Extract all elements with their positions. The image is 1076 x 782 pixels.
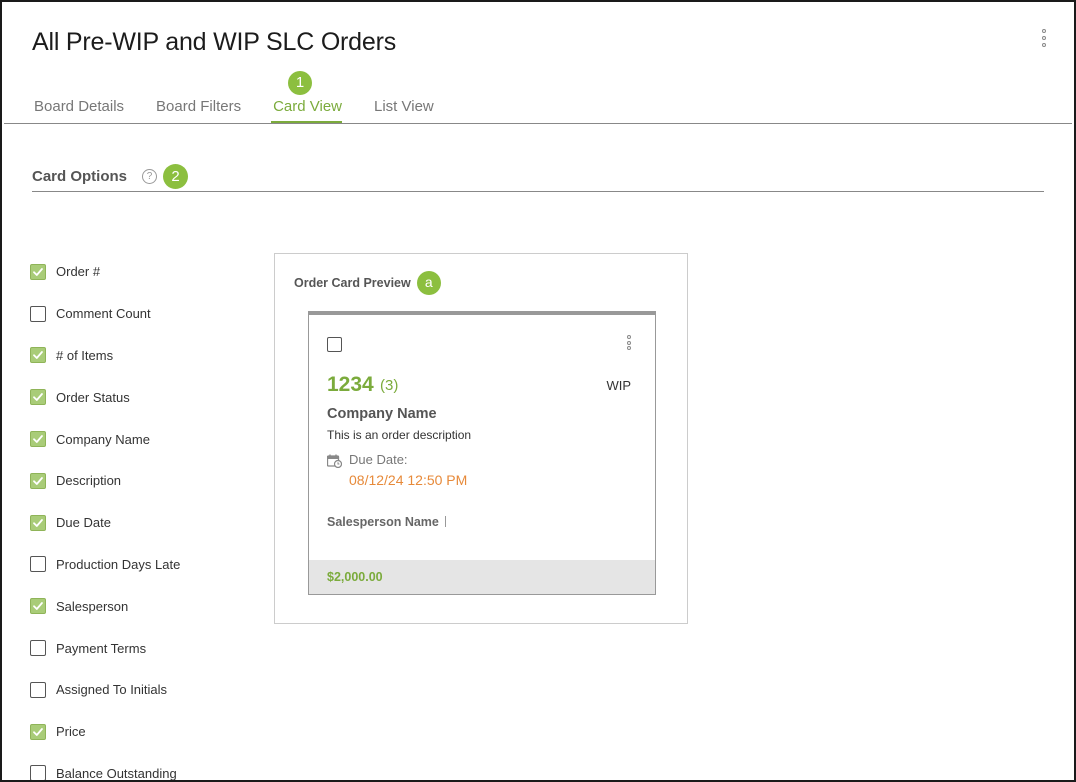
- card-option-label: Due Date: [56, 515, 111, 531]
- tab-card-view[interactable]: Card View: [271, 92, 342, 124]
- card-option-row[interactable]: Due Date: [30, 502, 180, 544]
- checkbox-checked[interactable]: [30, 347, 46, 364]
- calendar-clock-icon: [327, 454, 342, 468]
- card-option-label: Assigned To Initials: [56, 682, 168, 698]
- card-option-row[interactable]: Comment Count: [30, 293, 180, 335]
- order-card[interactable]: 1234 (3) WIP Company Name This is an ord…: [308, 311, 656, 595]
- checkmark-icon: [33, 602, 43, 611]
- card-option-label: Description: [56, 473, 122, 489]
- section-divider: [32, 191, 1044, 192]
- order-number: 1234: [327, 373, 374, 396]
- tab-board-details[interactable]: Board Details: [32, 92, 124, 124]
- salesperson-name: Salesperson Name: [327, 515, 439, 529]
- checkbox-checked[interactable]: [30, 263, 46, 280]
- card-options-title: Card Options: [32, 168, 128, 185]
- card-option-row[interactable]: Order #: [30, 251, 180, 293]
- more-options-icon[interactable]: [1040, 29, 1048, 47]
- checkbox-checked[interactable]: [30, 723, 46, 740]
- card-option-label: Production Days Late: [56, 556, 181, 572]
- card-option-label: Company Name: [56, 431, 150, 447]
- checkbox-unchecked[interactable]: [30, 556, 46, 573]
- checkmark-icon: [33, 476, 43, 485]
- order-card-preview-panel: Order Card Preview a 1234 (3) WIP Compan…: [274, 253, 688, 624]
- order-description: This is an order description: [327, 428, 472, 442]
- card-option-row[interactable]: Production Days Late: [30, 544, 180, 586]
- card-option-row[interactable]: Balance Outstanding: [30, 753, 180, 781]
- tab-board-filters[interactable]: Board Filters: [154, 92, 241, 124]
- due-date-label: Due Date:: [349, 452, 408, 467]
- card-option-label: Order #: [56, 264, 101, 280]
- app-window: All Pre-WIP and WIP SLC Orders 1 Board D…: [0, 0, 1076, 782]
- card-option-label: Payment Terms: [56, 640, 147, 656]
- card-option-label: Salesperson: [56, 598, 129, 614]
- checkmark-icon: [33, 393, 43, 402]
- checkbox-unchecked[interactable]: [30, 305, 46, 322]
- checkmark-icon: [33, 435, 43, 443]
- checkmark-icon: [33, 351, 43, 360]
- help-icon[interactable]: ?: [142, 169, 158, 184]
- card-option-row[interactable]: Price: [30, 711, 180, 753]
- card-option-row[interactable]: Company Name: [30, 418, 180, 460]
- card-option-label: # of Items: [56, 347, 114, 363]
- checkmark-icon: [33, 267, 43, 276]
- preview-header: Order Card Preview a: [294, 271, 441, 295]
- callout-badge-2: 2: [163, 164, 189, 189]
- card-option-row[interactable]: Payment Terms: [30, 627, 180, 669]
- card-option-label: Price: [56, 724, 86, 740]
- order-status: WIP: [606, 378, 631, 393]
- callout-badge-a: a: [416, 271, 441, 295]
- card-option-label: Order Status: [56, 389, 130, 405]
- checkmark-icon: [33, 727, 43, 736]
- tab-bar: Board Details Board Filters Card View Li…: [32, 92, 464, 124]
- card-option-row[interactable]: Order Status: [30, 376, 180, 418]
- tab-divider: [4, 123, 1072, 124]
- card-options-header: Card Options ? 2: [32, 164, 189, 189]
- card-options-list: Order # Comment Count # of Items Order Stat…: [30, 251, 180, 781]
- salesperson-separator: [445, 516, 446, 527]
- checkbox-unchecked[interactable]: [30, 765, 46, 780]
- card-select-checkbox[interactable]: [327, 337, 342, 352]
- checkmark-icon: [33, 518, 43, 527]
- checkbox-checked[interactable]: [30, 514, 46, 531]
- card-option-row[interactable]: Description: [30, 460, 180, 502]
- checkbox-checked[interactable]: [30, 431, 46, 448]
- checkbox-checked[interactable]: [30, 389, 46, 406]
- card-option-label: Balance Outstanding: [56, 765, 177, 781]
- card-option-row[interactable]: # of Items: [30, 335, 180, 377]
- checkbox-unchecked[interactable]: [30, 640, 46, 657]
- item-count: (3): [380, 377, 399, 394]
- card-option-label: Comment Count: [56, 306, 151, 322]
- card-option-row[interactable]: Salesperson: [30, 585, 180, 627]
- card-option-row[interactable]: Assigned To Initials: [30, 669, 180, 711]
- checkbox-checked[interactable]: [30, 598, 46, 615]
- checkbox-checked[interactable]: [30, 472, 46, 489]
- card-more-icon[interactable]: [626, 335, 631, 350]
- preview-title: Order Card Preview: [294, 276, 411, 290]
- page-title: All Pre-WIP and WIP SLC Orders: [32, 28, 397, 56]
- card-price: $2,000.00: [309, 560, 655, 594]
- company-name: Company Name: [327, 406, 437, 422]
- tab-list-view[interactable]: List View: [372, 92, 434, 124]
- due-date-value: 08/12/24 12:50 PM: [349, 472, 468, 488]
- checkbox-unchecked[interactable]: [30, 681, 46, 698]
